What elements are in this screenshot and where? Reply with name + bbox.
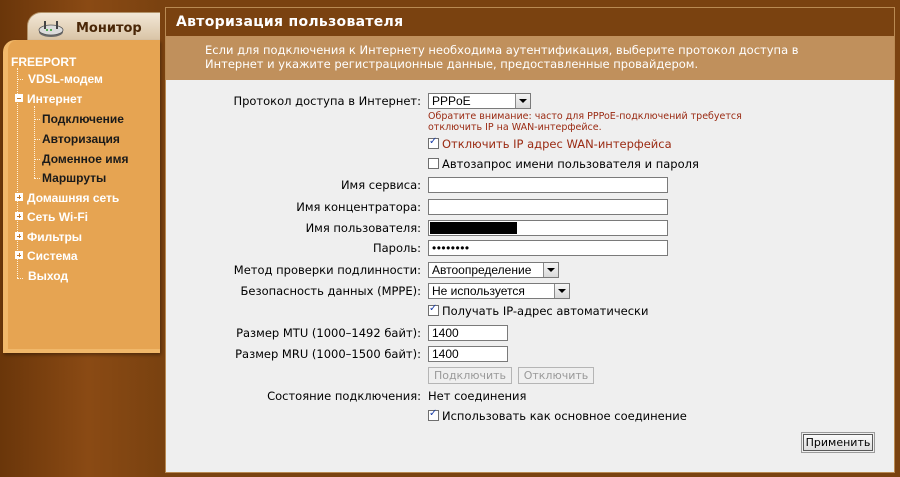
expand-icon [15, 251, 23, 259]
sidebar-item-system[interactable]: Система [15, 249, 78, 263]
sidebar: Монитор FREEPORT VDSL-модем Интернет Под… [0, 0, 160, 477]
mtu-label: Размер MTU (1000–1492 байт): [236, 326, 421, 340]
status-value: Нет соединения [428, 389, 527, 403]
mru-label: Размер MRU (1000–1500 байт): [235, 347, 421, 361]
main-panel: Авторизация пользователя Если для подклю… [165, 7, 895, 473]
expand-icon [15, 212, 23, 220]
mppe-label: Безопасность данных (MPPE): [240, 284, 422, 298]
primary-connection-checkbox[interactable]: Использовать как основное соединение [428, 408, 687, 423]
auth-form: Протокол доступа в Интернет: PPPoE Обрат… [166, 80, 896, 474]
chevron-down-icon [515, 94, 530, 108]
sidebar-item-freeport[interactable]: FREEPORT [11, 55, 76, 69]
sidebar-item-filters[interactable]: Фильтры [15, 230, 82, 244]
sidebar-item-connection[interactable]: Подключение [42, 112, 124, 126]
sidebar-item-routes[interactable]: Маршруты [42, 171, 106, 185]
mru-input[interactable]: 1400 [428, 346, 508, 362]
protocol-note: Обратите внимание: часто для PPPoE-подкл… [428, 111, 742, 133]
auto-ip-checkbox[interactable]: Получать IP-адрес автоматически [428, 303, 648, 318]
sidebar-item-vdsl[interactable]: VDSL-модем [28, 72, 103, 86]
redacted-username [430, 222, 517, 234]
status-label: Состояние подключения: [267, 389, 421, 403]
sidebar-item-internet[interactable]: Интернет [15, 92, 82, 106]
page-title: Авторизация пользователя [166, 8, 894, 36]
protocol-select[interactable]: PPPoE [428, 93, 531, 109]
router-icon [38, 21, 64, 37]
username-input[interactable] [428, 220, 668, 236]
password-input[interactable]: •••••••• [428, 240, 668, 256]
chevron-down-icon [554, 284, 569, 298]
mppe-select[interactable]: Не используется [428, 283, 570, 299]
password-label: Пароль: [372, 241, 421, 255]
protocol-label: Протокол доступа в Интернет: [233, 94, 421, 108]
checkbox-icon [428, 158, 439, 169]
concentrator-input[interactable] [428, 199, 668, 215]
auto-login-checkbox[interactable]: Автозапрос имени пользователя и пароля [428, 157, 699, 171]
checkbox-checked-icon [428, 136, 439, 149]
service-input[interactable] [428, 177, 668, 193]
info-text: Если для подключения к Интернету необход… [166, 36, 894, 80]
checkbox-checked-icon [428, 303, 439, 316]
auth-method-select[interactable]: Автоопределение [428, 262, 559, 278]
sidebar-item-home-network[interactable]: Домашняя сеть [15, 191, 119, 205]
monitor-tab-label: Монитор [76, 21, 142, 36]
collapse-icon [15, 94, 23, 102]
connect-button[interactable]: Подключить [428, 367, 512, 384]
sidebar-item-wifi[interactable]: Сеть Wi-Fi [15, 210, 88, 224]
disable-wan-ip-checkbox[interactable]: Отключить IP адрес WAN-интерфейса [428, 136, 672, 151]
auth-method-label: Метод проверки подлинности: [233, 263, 421, 277]
mtu-input[interactable]: 1400 [428, 325, 508, 341]
sidebar-item-authorization[interactable]: Авторизация [42, 132, 120, 146]
chevron-down-icon [543, 263, 558, 277]
checkbox-checked-icon [428, 408, 439, 421]
expand-icon [15, 193, 23, 201]
sidebar-item-domain[interactable]: Доменное имя [42, 152, 129, 166]
username-label: Имя пользователя: [305, 221, 421, 235]
disconnect-button[interactable]: Отключить [518, 367, 594, 384]
sidebar-item-exit[interactable]: Выход [28, 269, 68, 283]
concentrator-label: Имя концентратора: [296, 200, 421, 214]
apply-button[interactable]: Применить [801, 432, 875, 453]
expand-icon [15, 232, 23, 240]
service-label: Имя сервиса: [340, 178, 421, 192]
